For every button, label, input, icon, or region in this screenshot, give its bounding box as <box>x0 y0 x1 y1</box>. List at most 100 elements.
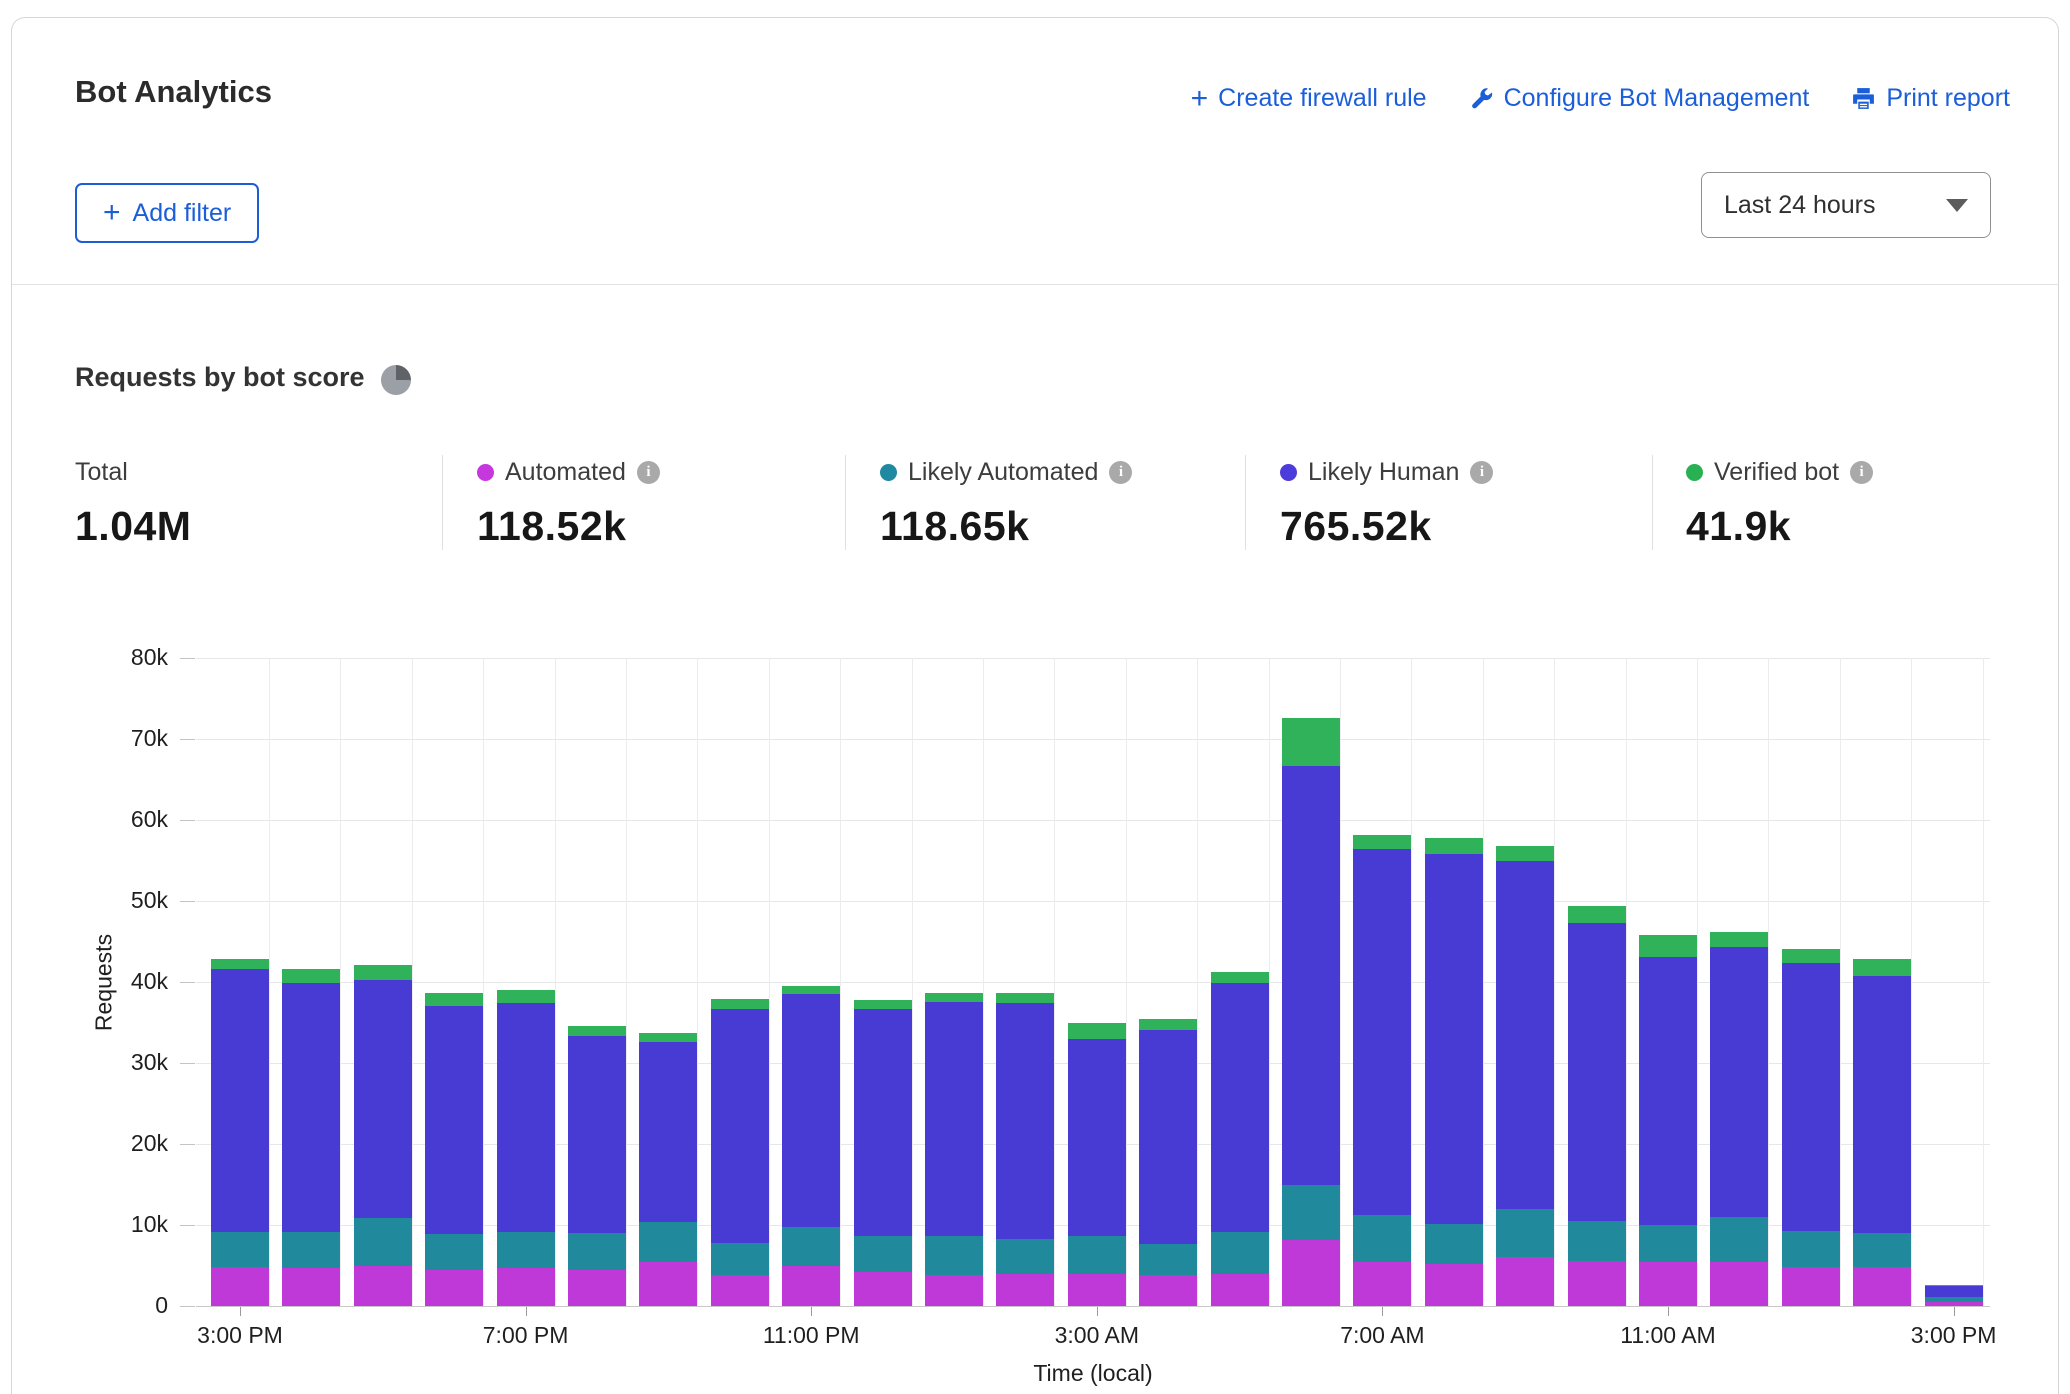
bar-segment-likely-human <box>1353 849 1411 1215</box>
plus-icon: + <box>103 201 121 225</box>
bar-group[interactable] <box>497 990 555 1306</box>
stat-automated-value: 118.52k <box>477 503 660 550</box>
bar-segment-verified-bot <box>925 993 983 1002</box>
stat-divider <box>1245 455 1246 550</box>
bar-segment-likely-human <box>1211 983 1269 1232</box>
bar-segment-automated <box>354 1266 412 1307</box>
bar-group[interactable] <box>1710 932 1768 1306</box>
bar-segment-verified-bot <box>354 965 412 980</box>
plus-icon: + <box>1191 87 1209 111</box>
bar-group[interactable] <box>354 965 412 1306</box>
printer-icon <box>1851 86 1876 111</box>
bar-group[interactable] <box>1353 835 1411 1306</box>
bar-segment-automated <box>1568 1261 1626 1306</box>
y-tick-mark <box>180 1063 195 1064</box>
bar-group[interactable] <box>1425 838 1483 1306</box>
bar-group[interactable] <box>425 993 483 1306</box>
bar-group[interactable] <box>1139 1019 1197 1306</box>
bar-group[interactable] <box>1496 846 1554 1306</box>
y-tick-mark <box>180 1144 195 1145</box>
v-gridline <box>340 658 341 1306</box>
bar-segment-likely-automated <box>1853 1233 1911 1267</box>
bar-group[interactable] <box>925 993 983 1306</box>
bar-group[interactable] <box>1568 906 1626 1306</box>
bar-segment-automated <box>568 1270 626 1306</box>
print-report-link[interactable]: Print report <box>1851 84 2010 113</box>
v-gridline <box>983 658 984 1306</box>
bar-segment-likely-human <box>1925 1286 1983 1297</box>
h-gridline <box>196 739 1990 740</box>
section-header: Requests by bot score <box>75 362 411 393</box>
bar-segment-likely-human <box>711 1009 769 1243</box>
bar-group[interactable] <box>1853 959 1911 1306</box>
info-icon[interactable]: i <box>1470 461 1493 484</box>
bar-group[interactable] <box>1211 972 1269 1306</box>
bar-segment-likely-automated <box>854 1236 912 1272</box>
h-gridline <box>196 901 1990 902</box>
bar-segment-likely-automated <box>1353 1215 1411 1262</box>
bar-group[interactable] <box>996 993 1054 1306</box>
stat-likely-human-label: Likely Human <box>1308 458 1459 487</box>
bar-segment-verified-bot <box>854 1000 912 1009</box>
configure-bot-management-link[interactable]: Configure Bot Management <box>1469 84 1810 113</box>
add-filter-button[interactable]: + Add filter <box>75 183 259 243</box>
x-tick-mark <box>1954 1307 1955 1316</box>
info-icon[interactable]: i <box>637 461 660 484</box>
stat-likely-automated-label: Likely Automated <box>908 458 1098 487</box>
v-gridline <box>555 658 556 1306</box>
bar-group[interactable] <box>782 986 840 1306</box>
bar-segment-likely-human <box>1496 861 1554 1209</box>
bar-group[interactable] <box>568 1026 626 1306</box>
bar-group[interactable] <box>711 999 769 1306</box>
info-icon[interactable]: i <box>1850 461 1873 484</box>
bar-segment-verified-bot <box>639 1033 697 1042</box>
bar-group[interactable] <box>211 959 269 1306</box>
section-title: Requests by bot score <box>75 362 365 393</box>
bar-segment-automated <box>1425 1264 1483 1306</box>
bar-segment-likely-automated <box>1496 1209 1554 1257</box>
bar-group[interactable] <box>1925 1285 1983 1306</box>
print-report-label: Print report <box>1886 84 2010 113</box>
x-tick-label: 7:00 PM <box>441 1322 611 1349</box>
x-tick-mark <box>1668 1307 1669 1316</box>
bar-segment-likely-automated <box>282 1232 340 1268</box>
likely-automated-dot-icon <box>880 464 897 481</box>
bar-segment-verified-bot <box>425 993 483 1007</box>
v-gridline <box>269 658 270 1306</box>
bar-group[interactable] <box>1068 1023 1126 1306</box>
bar-segment-verified-bot <box>1782 949 1840 964</box>
v-gridline <box>1697 658 1698 1306</box>
y-tick-label: 40k <box>58 968 168 995</box>
create-firewall-rule-link[interactable]: + Create firewall rule <box>1191 84 1427 113</box>
x-tick-label: 7:00 AM <box>1297 1322 1467 1349</box>
likely-human-dot-icon <box>1280 464 1297 481</box>
bar-group[interactable] <box>639 1033 697 1306</box>
bar-segment-likely-human <box>1782 963 1840 1230</box>
info-icon[interactable]: i <box>1109 461 1132 484</box>
bar-segment-automated <box>1782 1267 1840 1306</box>
x-tick-mark <box>1382 1307 1383 1316</box>
bar-segment-likely-automated <box>711 1243 769 1275</box>
bar-segment-automated <box>1068 1274 1126 1306</box>
time-range-select[interactable]: Last 24 hours <box>1701 172 1991 238</box>
y-tick-label: 20k <box>58 1130 168 1157</box>
x-axis-title: Time (local) <box>1013 1360 1173 1387</box>
bar-segment-likely-human <box>497 1003 555 1231</box>
y-tick-label: 60k <box>58 806 168 833</box>
y-tick-mark <box>180 820 195 821</box>
bar-segment-likely-automated <box>497 1232 555 1268</box>
bar-group[interactable] <box>1639 935 1697 1306</box>
bar-group[interactable] <box>854 1000 912 1306</box>
bar-segment-likely-automated <box>1282 1185 1340 1240</box>
stat-verified-bot-value: 41.9k <box>1686 503 1873 550</box>
bar-segment-automated <box>639 1262 697 1306</box>
bar-segment-likely-automated <box>996 1239 1054 1275</box>
bar-group[interactable] <box>1282 718 1340 1306</box>
v-gridline <box>1269 658 1270 1306</box>
automated-dot-icon <box>477 464 494 481</box>
bar-segment-automated <box>1710 1262 1768 1306</box>
page-title: Bot Analytics <box>75 74 272 110</box>
bar-segment-automated <box>1639 1262 1697 1306</box>
bar-group[interactable] <box>282 969 340 1306</box>
bar-group[interactable] <box>1782 949 1840 1306</box>
